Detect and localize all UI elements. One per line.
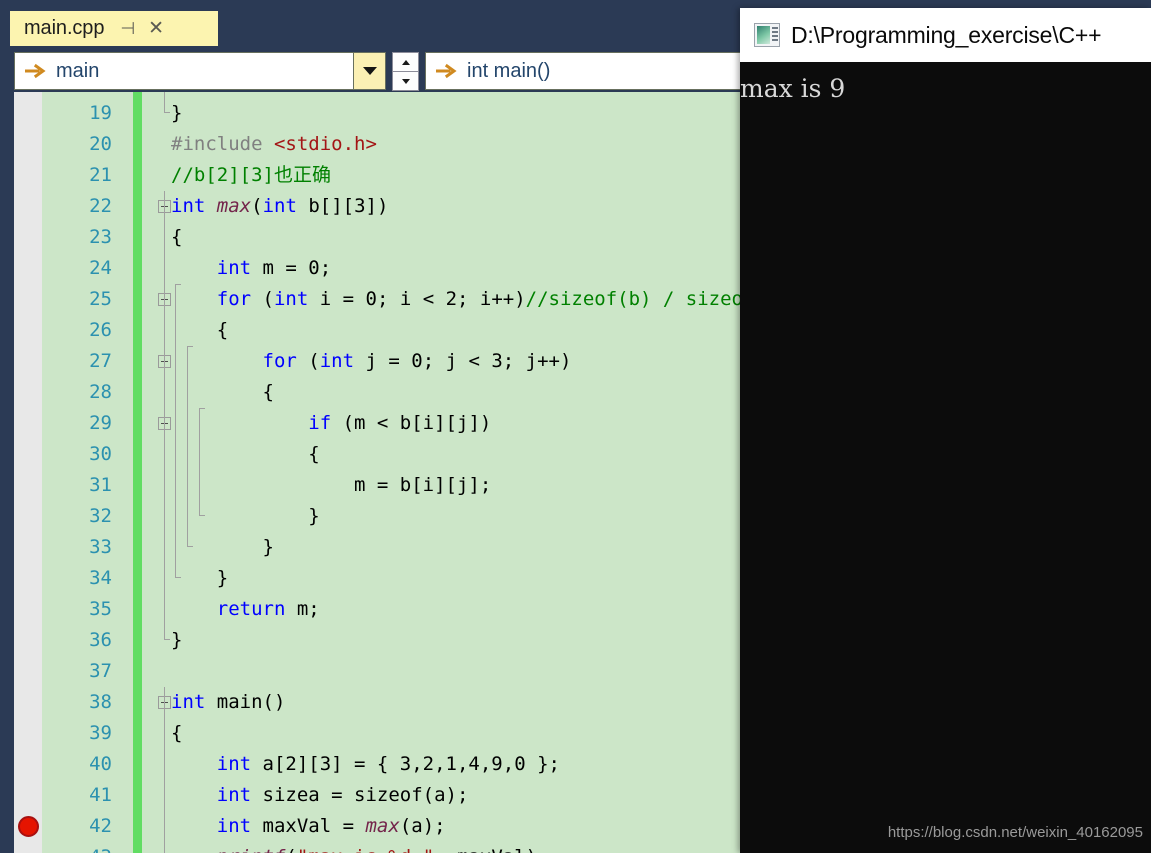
block-guide-cap xyxy=(175,577,181,578)
line-number: 36 xyxy=(89,629,112,651)
block-structure-guide xyxy=(164,92,165,112)
code-text: { xyxy=(171,722,183,744)
code-text: int m = 0; xyxy=(216,257,332,279)
scope-value: main xyxy=(56,59,100,82)
chevron-up-icon xyxy=(401,59,410,65)
line-number: 32 xyxy=(89,505,112,527)
line-number: 19 xyxy=(89,102,112,124)
line-number: 21 xyxy=(89,164,112,186)
console-title-bar[interactable]: D:\Programming_exercise\C++ xyxy=(740,8,1151,62)
code-text: printf("max is %d ", maxVal); xyxy=(171,842,549,853)
scope-combobox[interactable]: main xyxy=(14,52,354,90)
block-structure-guide xyxy=(164,191,165,639)
pin-icon[interactable]: ⊣ xyxy=(120,20,135,37)
line-number: 42 xyxy=(89,815,112,837)
block-structure-guide xyxy=(175,284,176,577)
block-structure-guide xyxy=(164,687,165,853)
code-text: } xyxy=(171,567,229,589)
line-number: 35 xyxy=(89,598,112,620)
console-window[interactable]: D:\Programming_exercise\C++ max is 9 htt… xyxy=(740,8,1151,853)
code-text: } xyxy=(171,505,320,527)
watermark-text: https://blog.csdn.net/weixin_40162095 xyxy=(887,824,1143,841)
code-text: } xyxy=(171,102,183,124)
console-title-text: D:\Programming_exercise\C++ xyxy=(791,21,1102,48)
line-number: 23 xyxy=(89,226,112,248)
line-number: 39 xyxy=(89,722,112,744)
line-number: 28 xyxy=(89,381,112,403)
document-tab-main-cpp[interactable]: main.cpp ⊣ ✕ xyxy=(10,11,218,46)
line-number: 24 xyxy=(89,257,112,279)
navigation-spinner[interactable] xyxy=(392,52,419,91)
console-window-icon xyxy=(754,23,780,47)
block-guide-cap xyxy=(164,639,170,640)
line-number: 22 xyxy=(89,195,112,217)
code-text: int a[2][3] = { 3,2,1,4,9,0 }; xyxy=(216,753,560,775)
spinner-down-button[interactable] xyxy=(392,72,419,91)
code-text: for (int j = 0; j < 3; j++) xyxy=(262,350,572,372)
block-structure-guide xyxy=(199,408,200,515)
method-arrow-icon xyxy=(25,63,46,79)
line-number: 27 xyxy=(89,350,112,372)
code-text: } xyxy=(171,629,183,651)
member-combobox[interactable]: int main() xyxy=(425,52,742,90)
scope-dropdown-button[interactable] xyxy=(354,52,386,90)
line-number: 38 xyxy=(89,691,112,713)
line-number: 31 xyxy=(89,474,112,496)
code-text: if (m < b[i][j]) xyxy=(308,412,492,434)
code-text: for (int i = 0; i < 2; i++)//sizeof(b) /… xyxy=(216,288,743,310)
block-guide-cap xyxy=(175,284,181,285)
line-number: 33 xyxy=(89,536,112,558)
code-text: int main() xyxy=(171,691,286,713)
block-guide-cap xyxy=(164,112,170,113)
console-output-line: max is 9 xyxy=(740,74,846,103)
chevron-down-icon xyxy=(362,67,377,75)
code-text: { xyxy=(171,319,229,341)
line-number: 37 xyxy=(89,660,112,682)
line-number: 34 xyxy=(89,567,112,589)
code-text: int maxVal = max(a); xyxy=(216,815,446,837)
member-value: int main() xyxy=(467,59,551,82)
close-icon[interactable]: ✕ xyxy=(148,19,164,38)
spinner-up-button[interactable] xyxy=(392,52,419,72)
line-number: 26 xyxy=(89,319,112,341)
code-text: { xyxy=(171,443,320,465)
line-number: 43 xyxy=(42,842,112,853)
line-number: 25 xyxy=(89,288,112,310)
console-output-area[interactable]: max is 9 xyxy=(740,62,1151,853)
block-guide-cap xyxy=(199,408,205,409)
block-guide-cap xyxy=(187,346,193,347)
line-number: 41 xyxy=(89,784,112,806)
code-text: int max(int b[][3]) xyxy=(171,195,389,217)
code-text: //b[2][3]也正确 xyxy=(171,164,331,186)
block-guide-cap xyxy=(187,546,193,547)
line-number: 30 xyxy=(89,443,112,465)
chevron-down-icon xyxy=(401,78,410,84)
line-number: 40 xyxy=(89,753,112,775)
block-structure-guide xyxy=(187,346,188,546)
line-number: 29 xyxy=(89,412,112,434)
code-text: m = b[i][j]; xyxy=(171,474,492,496)
line-number: 20 xyxy=(89,133,112,155)
visual-studio-editor-window: main.cpp ⊣ ✕ main int main() 19} 20 #in… xyxy=(0,0,1151,853)
code-text: #include <stdio.h> xyxy=(171,133,377,155)
tab-label: main.cpp xyxy=(24,17,105,39)
method-arrow-icon xyxy=(436,63,457,79)
code-text: return m; xyxy=(216,598,320,620)
code-text: { xyxy=(171,226,183,248)
block-guide-cap xyxy=(199,515,205,516)
code-text: int sizea = sizeof(a); xyxy=(216,784,469,806)
